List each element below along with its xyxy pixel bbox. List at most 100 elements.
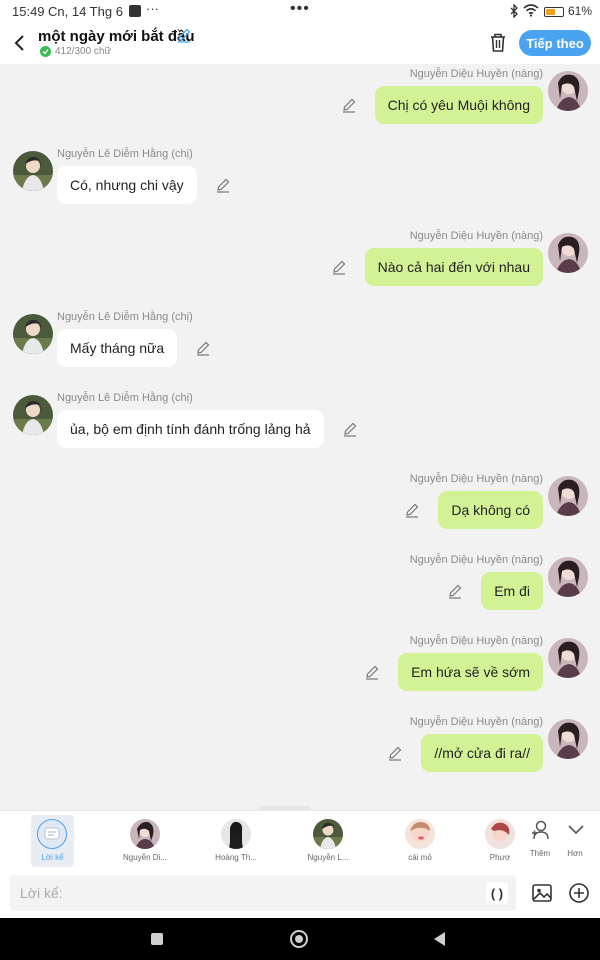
edit-message-pencil-icon[interactable] bbox=[331, 259, 347, 275]
notification-more-icon: ··· bbox=[146, 1, 159, 16]
composer: ( ) bbox=[0, 868, 600, 918]
message-bubble[interactable]: Em đi bbox=[481, 572, 543, 610]
sender-name: Nguyễn Diệu Huyền (nàng) bbox=[409, 554, 543, 566]
message-bubble[interactable]: //mở cửa đi ra// bbox=[421, 734, 543, 772]
home-icon[interactable] bbox=[290, 930, 308, 948]
role-label: Lời kể bbox=[41, 853, 64, 862]
role-character[interactable]: Nguyễn L... bbox=[298, 815, 358, 867]
system-nav-bar bbox=[0, 918, 600, 960]
sender-avatar[interactable] bbox=[548, 71, 588, 111]
chat-message-right: Nguyễn Diệu Huyền (nàng) Em hứa sẽ về sớm bbox=[0, 635, 600, 695]
sender-name: Nguyễn Lê Diễm Hằng (chị) bbox=[57, 148, 193, 160]
edit-title-pencil-icon[interactable] bbox=[176, 27, 192, 43]
message-input-box: ( ) bbox=[10, 875, 516, 911]
message-bubble[interactable]: Nào cả hai đến với nhau bbox=[364, 248, 543, 286]
message-bubble[interactable]: Mấy tháng nữa bbox=[57, 329, 178, 367]
role-character[interactable]: Phươ bbox=[470, 815, 530, 867]
story-header: một ngày mới bắt đầu 412/300 chữ Tiếp th… bbox=[0, 24, 600, 64]
role-label: Hoàng Th... bbox=[215, 853, 257, 862]
add-character-button[interactable]: Thêm bbox=[522, 819, 558, 865]
role-label: Nguyễn L... bbox=[307, 853, 349, 862]
sender-name: Nguyễn Diệu Huyền (nàng) bbox=[409, 473, 543, 485]
sender-name: Nguyễn Diệu Huyền (nàng) bbox=[409, 68, 543, 80]
status-bar: 15:49 Cn, 14 Thg 6 ··· ••• 61% bbox=[0, 0, 600, 24]
sender-avatar[interactable] bbox=[548, 638, 588, 678]
character-avatar bbox=[130, 819, 160, 849]
role-character[interactable]: Nguyễn Di... bbox=[115, 815, 175, 867]
character-avatar bbox=[405, 819, 435, 849]
message-bubble[interactable]: ủa, bộ em định tính đánh trống lảng hả bbox=[57, 410, 324, 448]
more-characters-label: Hơn bbox=[567, 849, 583, 858]
edit-message-pencil-icon[interactable] bbox=[447, 583, 463, 599]
edit-message-pencil-icon[interactable] bbox=[195, 340, 211, 356]
battery-icon bbox=[544, 7, 564, 17]
sender-avatar[interactable] bbox=[548, 719, 588, 759]
message-bubble[interactable]: Có, nhưng chi vậy bbox=[57, 166, 197, 204]
character-avatar bbox=[485, 819, 515, 849]
multiwindow-dots-icon[interactable]: ••• bbox=[290, 0, 310, 18]
message-bubble[interactable]: Chị có yêu Muội không bbox=[374, 86, 543, 124]
recents-icon[interactable] bbox=[151, 933, 163, 945]
chat-message-right: Nguyễn Diệu Huyền (nàng) Chị có yêu Muội … bbox=[0, 68, 600, 128]
add-person-icon bbox=[530, 819, 552, 841]
check-circle-icon bbox=[40, 46, 51, 57]
status-date: Cn, 14 Thg 6 bbox=[48, 4, 123, 19]
role-character[interactable]: Hoàng Th... bbox=[206, 815, 266, 867]
message-bubble[interactable]: Dạ không có bbox=[438, 491, 543, 529]
sender-avatar[interactable] bbox=[548, 476, 588, 516]
trash-icon[interactable] bbox=[488, 32, 508, 54]
sender-name: Nguyễn Lê Diễm Hằng (chị) bbox=[57, 311, 193, 323]
chat-message-left: Nguyễn Lê Diễm Hằng (chị) Mấy tháng nữa bbox=[0, 311, 600, 371]
story-title: một ngày mới bắt đầu bbox=[38, 28, 195, 45]
sender-name: Nguyễn Diệu Huyền (nàng) bbox=[409, 635, 543, 647]
sender-avatar[interactable] bbox=[13, 151, 53, 191]
sender-name: Nguyễn Diệu Huyền (nàng) bbox=[409, 716, 543, 728]
edit-message-pencil-icon[interactable] bbox=[387, 745, 403, 761]
add-circle-icon[interactable] bbox=[568, 882, 590, 904]
edit-message-pencil-icon[interactable] bbox=[404, 502, 420, 518]
chat-message-right: Nguyễn Diệu Huyền (nàng) Dạ không có bbox=[0, 473, 600, 533]
sender-avatar[interactable] bbox=[13, 395, 53, 435]
edit-message-pencil-icon[interactable] bbox=[364, 664, 380, 680]
role-label: cái mỏ bbox=[408, 853, 432, 862]
chat-message-right: Nguyễn Diệu Huyền (nàng) Em đi bbox=[0, 554, 600, 614]
notification-app-icon bbox=[129, 5, 141, 17]
back-triangle-icon[interactable] bbox=[434, 932, 445, 946]
chevron-down-icon bbox=[565, 819, 587, 841]
chat-message-right: Nguyễn Diệu Huyền (nàng) Nào cả hai đến v… bbox=[0, 230, 600, 290]
add-character-label: Thêm bbox=[529, 849, 551, 858]
image-icon[interactable] bbox=[531, 882, 553, 904]
next-button[interactable]: Tiếp theo bbox=[519, 30, 591, 56]
wifi-icon bbox=[523, 3, 539, 20]
sender-avatar[interactable] bbox=[13, 314, 53, 354]
sender-avatar[interactable] bbox=[548, 557, 588, 597]
word-count-text: 412/300 chữ bbox=[55, 46, 112, 57]
message-bubble[interactable]: Em hứa sẽ về sớm bbox=[398, 653, 543, 691]
role-narration[interactable]: Lời kể bbox=[31, 815, 74, 867]
chat-message-right: Nguyễn Diệu Huyền (nàng) //mở cửa đi ra// bbox=[0, 716, 600, 776]
status-time: 15:49 bbox=[12, 4, 45, 19]
character-selector: Phươ cái mỏ Nguyễn L... Hoàng Th... Nguyễn D… bbox=[0, 810, 600, 868]
edit-message-pencil-icon[interactable] bbox=[342, 421, 358, 437]
character-avatar bbox=[313, 819, 343, 849]
sender-name: Nguyễn Diệu Huyền (nàng) bbox=[409, 230, 543, 242]
narration-bubble-icon bbox=[37, 819, 67, 849]
character-avatar bbox=[221, 819, 251, 849]
sender-name: Nguyễn Lê Diễm Hằng (chị) bbox=[57, 392, 193, 404]
role-label: Phươ bbox=[489, 853, 511, 862]
edit-message-pencil-icon[interactable] bbox=[215, 177, 231, 193]
message-input[interactable] bbox=[10, 875, 470, 911]
back-arrow-icon[interactable] bbox=[10, 32, 30, 54]
word-count: 412/300 chữ bbox=[40, 46, 111, 57]
sender-avatar[interactable] bbox=[548, 233, 588, 273]
chat-message-left: Nguyễn Lê Diễm Hằng (chị) Có, nhưng chi v… bbox=[0, 148, 600, 208]
role-label: Nguyễn Di... bbox=[122, 853, 168, 862]
parenthesis-button[interactable]: ( ) bbox=[486, 882, 508, 904]
edit-message-pencil-icon[interactable] bbox=[341, 97, 357, 113]
chat-area[interactable]: Nguyễn Diệu Huyền (nàng) Chị có yêu Muội … bbox=[0, 64, 600, 810]
more-characters-button[interactable]: Hơn bbox=[557, 819, 593, 865]
chat-message-left: Nguyễn Lê Diễm Hằng (chị) ủa, bộ em định … bbox=[0, 392, 600, 452]
bluetooth-icon bbox=[510, 3, 519, 21]
role-character[interactable]: cái mỏ bbox=[390, 815, 450, 867]
battery-percent: 61% bbox=[568, 4, 593, 18]
